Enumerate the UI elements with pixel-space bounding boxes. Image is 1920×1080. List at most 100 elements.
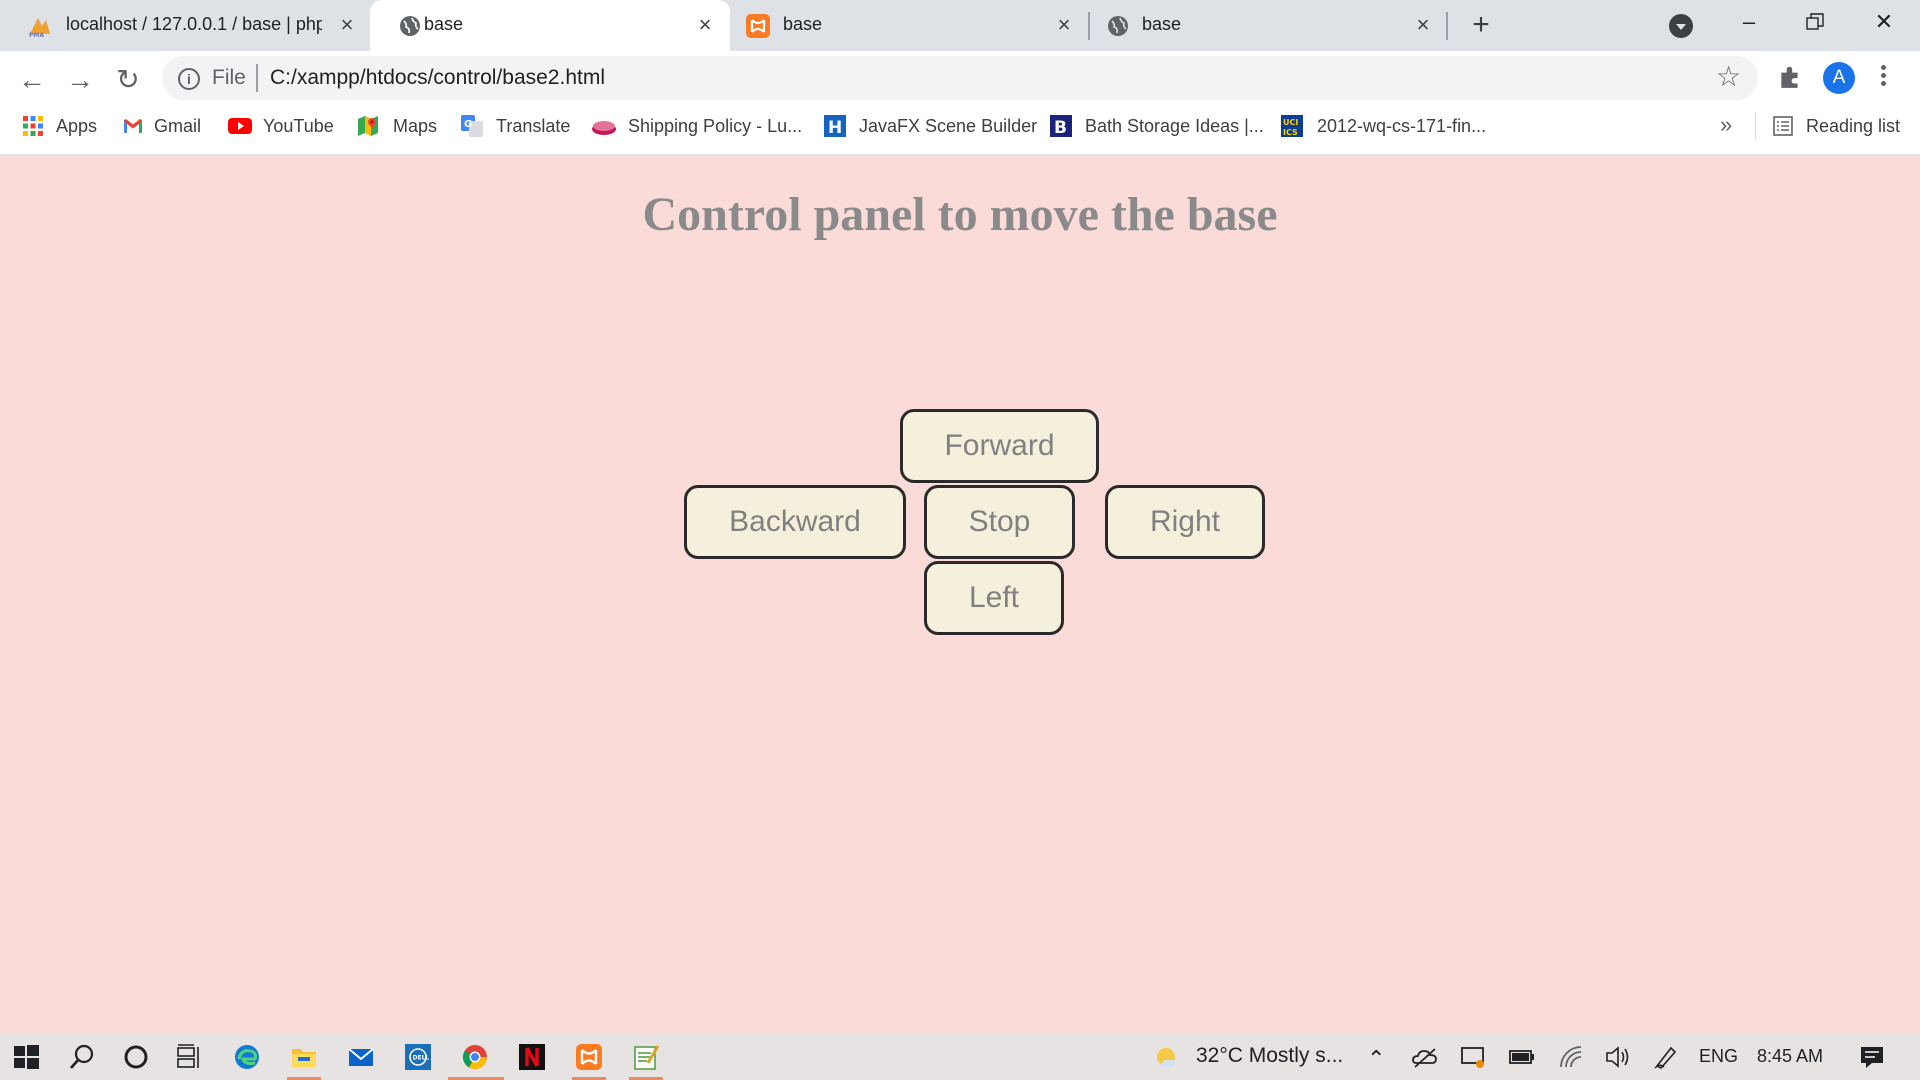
bookmark-uci-ics[interactable]: UCI ICS 2012-wq-cs-171-fin... bbox=[1281, 112, 1486, 140]
bookmark-maps[interactable]: Maps bbox=[357, 112, 437, 140]
language-indicator[interactable]: ENG bbox=[1699, 1046, 1738, 1067]
tab-phpmyadmin[interactable]: PMA localhost / 127.0.0.1 / base | phpMy… bbox=[0, 0, 366, 51]
battery-icon[interactable] bbox=[1508, 1043, 1536, 1071]
windows-start-icon[interactable] bbox=[12, 1043, 40, 1071]
onedrive-offline-icon[interactable] bbox=[1411, 1043, 1439, 1071]
tab-separator bbox=[1446, 12, 1448, 40]
bookmark-label: Translate bbox=[496, 115, 571, 136]
svg-text:ICS: ICS bbox=[1283, 128, 1298, 137]
show-hidden-icons-icon[interactable]: ⌃ bbox=[1367, 1046, 1385, 1072]
xampp-icon[interactable] bbox=[575, 1043, 603, 1071]
bookmark-star-icon[interactable]: ☆ bbox=[1716, 62, 1741, 92]
weather-text[interactable]: 32°C Mostly s... bbox=[1196, 1044, 1343, 1068]
bookmark-label: JavaFX Scene Builder bbox=[859, 115, 1038, 136]
mail-icon[interactable] bbox=[347, 1043, 375, 1071]
weather-sun-icon[interactable] bbox=[1152, 1043, 1180, 1071]
profile-avatar[interactable]: A bbox=[1823, 62, 1855, 94]
file-scheme-label: File bbox=[212, 66, 246, 89]
info-icon[interactable]: i bbox=[178, 68, 200, 90]
tab-base-xampp[interactable]: base × bbox=[732, 0, 1086, 51]
page-title: Control panel to move the base bbox=[642, 188, 1278, 241]
chrome-icon[interactable] bbox=[461, 1043, 489, 1071]
svg-text:DELL: DELL bbox=[413, 1055, 430, 1062]
right-button[interactable]: Right bbox=[1105, 485, 1265, 559]
search-icon[interactable] bbox=[68, 1043, 96, 1071]
bookmark-translate[interactable]: G Translate bbox=[461, 112, 570, 140]
minimize-icon[interactable]: – bbox=[1727, 6, 1771, 38]
reading-list-button[interactable]: Reading list bbox=[1772, 112, 1900, 140]
windows-taskbar bbox=[0, 1034, 1920, 1080]
bookmark-bath-storage[interactable]: B Bath Storage Ideas |... bbox=[1050, 112, 1264, 140]
maps-icon bbox=[358, 116, 378, 136]
reload-icon[interactable]: ↻ bbox=[110, 62, 146, 98]
bookmark-label: Bath Storage Ideas |... bbox=[1085, 115, 1264, 136]
address-separator bbox=[256, 64, 258, 92]
bookmarks-overflow-icon[interactable]: » bbox=[1720, 112, 1732, 138]
bookmark-shipping-policy[interactable]: Shipping Policy - Lu... bbox=[592, 112, 802, 140]
reading-list-icon bbox=[1773, 116, 1793, 136]
dell-icon[interactable]: DELL bbox=[404, 1043, 432, 1071]
file-explorer-icon[interactable] bbox=[290, 1043, 318, 1071]
svg-text:G: G bbox=[464, 119, 472, 130]
svg-text:B: B bbox=[1054, 118, 1067, 137]
uci-ics-icon: UCI ICS bbox=[1281, 115, 1303, 137]
close-window-icon[interactable]: ✕ bbox=[1862, 6, 1906, 38]
svg-text:PMA: PMA bbox=[29, 32, 44, 38]
globe-icon bbox=[1108, 16, 1128, 36]
bookmark-gmail[interactable]: Gmail bbox=[122, 112, 201, 140]
back-icon[interactable]: ← bbox=[14, 62, 50, 98]
new-tab-button[interactable]: + bbox=[1465, 10, 1497, 42]
forward-nav-icon[interactable]: → bbox=[62, 62, 98, 98]
menu-dots-icon[interactable] bbox=[1879, 62, 1887, 92]
close-icon[interactable]: × bbox=[692, 12, 718, 38]
reading-list-label: Reading list bbox=[1806, 115, 1901, 136]
task-view-icon[interactable] bbox=[175, 1043, 203, 1071]
bookmark-label: Gmail bbox=[154, 115, 202, 136]
notifications-icon[interactable] bbox=[1858, 1043, 1886, 1071]
translate-icon: G bbox=[461, 115, 483, 137]
bookmark-label: Maps bbox=[393, 115, 438, 136]
close-icon[interactable]: × bbox=[334, 12, 360, 38]
notepad-icon[interactable] bbox=[632, 1043, 660, 1071]
svg-text:UCI: UCI bbox=[1283, 118, 1298, 127]
svg-text:H: H bbox=[828, 118, 842, 137]
device-sync-icon[interactable] bbox=[1459, 1043, 1487, 1071]
bookmark-label: 2012-wq-cs-171-fin... bbox=[1317, 115, 1487, 136]
bookmark-youtube[interactable]: YouTube bbox=[228, 112, 334, 140]
tab-label: localhost / 127.0.0.1 / base | phpMyAdmi… bbox=[66, 14, 322, 34]
bookmark-label: Shipping Policy - Lu... bbox=[628, 115, 803, 136]
extensions-icon[interactable] bbox=[1777, 64, 1803, 90]
tab-base-active[interactable]: base × bbox=[370, 0, 730, 51]
volume-icon[interactable] bbox=[1604, 1043, 1632, 1071]
h-logo-icon: H bbox=[824, 115, 846, 137]
cortana-icon[interactable] bbox=[122, 1043, 150, 1071]
globe-icon bbox=[400, 16, 420, 36]
youtube-icon bbox=[228, 118, 252, 134]
netflix-icon[interactable] bbox=[518, 1043, 546, 1071]
edge-icon[interactable] bbox=[233, 1043, 261, 1071]
restore-icon[interactable] bbox=[1793, 6, 1837, 38]
left-button[interactable]: Left bbox=[924, 561, 1064, 635]
pen-icon[interactable] bbox=[1652, 1043, 1680, 1071]
xampp-icon bbox=[746, 14, 770, 38]
shipping-icon bbox=[592, 121, 616, 135]
stop-button[interactable]: Stop bbox=[924, 485, 1075, 559]
bookmark-apps[interactable]: Apps bbox=[22, 112, 97, 140]
backward-button[interactable]: Backward bbox=[684, 485, 906, 559]
wifi-icon[interactable] bbox=[1557, 1043, 1585, 1071]
b-logo-icon: B bbox=[1050, 115, 1072, 137]
tab-base-2[interactable]: base × bbox=[1090, 0, 1444, 51]
tab-search-icon[interactable] bbox=[1669, 14, 1693, 38]
url-text[interactable]: C:/xampp/htdocs/control/base2.html bbox=[270, 66, 605, 90]
phpmyadmin-icon: PMA bbox=[29, 18, 50, 38]
tab-label: base bbox=[424, 14, 464, 34]
page-content: Control panel to move the base Forward B… bbox=[0, 155, 1920, 1034]
forward-button[interactable]: Forward bbox=[900, 409, 1099, 483]
bookmarks-divider bbox=[1755, 112, 1756, 140]
apps-grid-icon bbox=[23, 116, 43, 136]
close-icon[interactable]: × bbox=[1051, 12, 1077, 38]
bookmark-javafx[interactable]: H JavaFX Scene Builder bbox=[824, 112, 1037, 140]
clock-time[interactable]: 8:45 AM bbox=[1757, 1046, 1823, 1067]
tab-label: base bbox=[783, 14, 823, 34]
close-icon[interactable]: × bbox=[1410, 12, 1436, 38]
